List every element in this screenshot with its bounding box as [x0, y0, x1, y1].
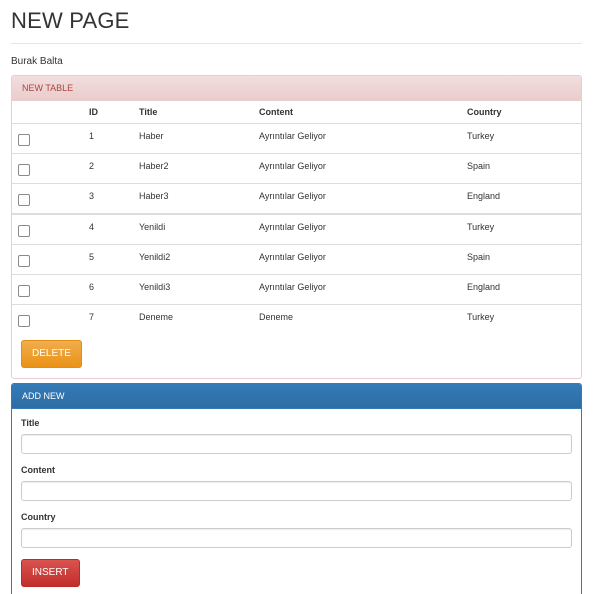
row-checkbox[interactable] [18, 254, 30, 267]
row-country: England [467, 281, 501, 292]
table-row: 4 Yenildi Ayrıntılar Geliyor Turkey [12, 213, 581, 245]
row-country: Turkey [467, 130, 495, 141]
row-content: Ayrıntılar Geliyor [259, 221, 326, 232]
table-row: 3 Haber3 Ayrıntılar Geliyor England [12, 183, 581, 215]
delete-button[interactable]: DELETE [21, 340, 82, 368]
header-title: Title [139, 101, 259, 124]
row-country: Spain [467, 251, 491, 262]
row-country: Spain [467, 160, 491, 171]
country-form-group: Country [21, 512, 572, 548]
content-label: Content [21, 465, 55, 475]
row-id: 1 [89, 130, 95, 141]
row-content: Ayrıntılar Geliyor [259, 130, 326, 141]
row-content: Ayrıntılar Geliyor [259, 190, 326, 201]
title-divider [11, 43, 582, 44]
row-country: Turkey [467, 311, 495, 322]
row-id: 3 [89, 190, 95, 201]
row-checkbox[interactable] [18, 133, 30, 146]
table-row: 1 Haber Ayrıntılar Geliyor Turkey [12, 123, 581, 154]
row-title: Yenildi2 [139, 251, 171, 262]
header-country: Country [467, 101, 581, 124]
header-id: ID [89, 101, 139, 124]
delete-button-wrap: DELETE [12, 334, 581, 378]
table-panel-heading: NEW TABLE [12, 76, 581, 101]
table-row: 2 Haber2 Ayrıntılar Geliyor Spain [12, 153, 581, 184]
row-id: 2 [89, 160, 95, 171]
insert-button-wrap: INSERT [21, 559, 572, 587]
row-id: 5 [89, 251, 95, 262]
row-country: England [467, 190, 501, 201]
header-content: Content [259, 101, 467, 124]
title-form-group: Title [21, 418, 572, 454]
insert-button[interactable]: INSERT [21, 559, 80, 587]
country-input[interactable] [21, 528, 572, 548]
row-content: Ayrıntılar Geliyor [259, 160, 326, 171]
add-new-form: Title Content Country INSERT [12, 409, 581, 594]
table-row: 7 Deneme Deneme Turkey [12, 305, 581, 335]
row-country: Turkey [467, 221, 495, 232]
table-panel: NEW TABLE ID Title Content Country 1 Hab… [11, 75, 582, 379]
row-checkbox[interactable] [18, 224, 30, 237]
title-label: Title [21, 418, 40, 428]
row-content: Deneme [259, 311, 294, 322]
row-content: Ayrıntılar Geliyor [259, 251, 326, 262]
content-form-group: Content [21, 465, 572, 501]
row-checkbox[interactable] [18, 163, 30, 176]
content-input[interactable] [21, 481, 572, 501]
add-new-panel-heading: ADD NEW [12, 384, 581, 409]
row-content: Ayrıntılar Geliyor [259, 281, 326, 292]
add-new-panel: ADD NEW Title Content Country INSERT [11, 383, 582, 594]
row-checkbox[interactable] [18, 193, 30, 206]
records-table: ID Title Content Country 1 Haber Ayrıntı… [12, 101, 581, 334]
table-row: 6 Yenildi3 Ayrıntılar Geliyor England [12, 274, 581, 305]
row-title: Haber3 [139, 190, 169, 201]
title-input[interactable] [21, 434, 572, 454]
table-row: 5 Yenildi2 Ayrıntılar Geliyor Spain [12, 244, 581, 275]
row-title: Haber2 [139, 160, 169, 171]
author-name: Burak Balta [11, 56, 63, 67]
row-title: Yenildi [139, 221, 166, 232]
row-title: Deneme [139, 311, 174, 322]
country-label: Country [21, 512, 56, 522]
row-checkbox[interactable] [18, 284, 30, 297]
row-title: Haber [139, 130, 164, 141]
row-id: 7 [89, 311, 95, 322]
row-title: Yenildi3 [139, 281, 171, 292]
header-select [12, 101, 89, 124]
row-id: 6 [89, 281, 95, 292]
page-title: NEW PAGE [11, 8, 130, 33]
row-id: 4 [89, 221, 95, 232]
row-checkbox[interactable] [18, 314, 30, 327]
page: NEW PAGE Burak Balta NEW TABLE ID Title … [0, 0, 593, 594]
table-header-row: ID Title Content Country [12, 101, 581, 124]
